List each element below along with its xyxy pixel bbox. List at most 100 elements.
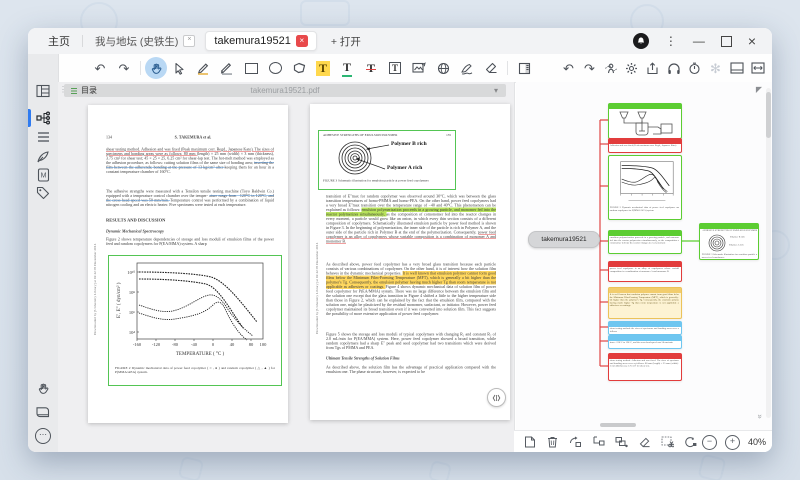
maximize-button[interactable] — [721, 36, 732, 47]
rectangle-tool-button[interactable] — [239, 57, 263, 79]
zoom-out-button[interactable]: − — [702, 435, 717, 450]
presentation-mode-button[interactable] — [600, 57, 621, 79]
panel-divider[interactable] — [514, 82, 515, 452]
fit-width-button[interactable] — [747, 57, 768, 79]
eraser-tool-button[interactable] — [479, 57, 503, 79]
figure-3-selection[interactable]: ADHESIVE STRENGTHS OF EMULSION POLYMER 1… — [318, 130, 456, 190]
flower-icon: ✻ — [710, 62, 721, 75]
mindmap-node-blue[interactable]: from −120°C to 120°C, and the cross head… — [608, 335, 682, 349]
split-layout-button[interactable] — [726, 57, 747, 79]
undo-button[interactable]: ↶ — [88, 57, 112, 79]
svg-text:10⁶: 10⁶ — [129, 310, 136, 315]
mindmap-horizontal-scrollbar[interactable] — [520, 423, 764, 427]
undo-icon: ↶ — [563, 62, 574, 75]
signature-tool-button[interactable] — [455, 57, 479, 79]
redo-icon: ↷ — [119, 62, 130, 75]
mindmap-node-green-text[interactable]: emulsion polymerization proceeds in a gr… — [608, 230, 682, 254]
mindmap-node-diagram[interactable] — [608, 103, 682, 139]
quill-icon — [36, 150, 50, 164]
export-share-button[interactable] — [642, 57, 663, 79]
sidebar-item-markdown[interactable]: M — [35, 167, 51, 183]
tab-home[interactable]: 主页 — [48, 33, 70, 49]
pen-tool-button[interactable] — [215, 57, 239, 79]
node-text: It is well known that emulsion polymer c… — [609, 293, 679, 308]
collapse-panel-button[interactable] — [487, 388, 506, 407]
figure-3-caption: FIGURE 3 Schematic illustration for emul… — [323, 179, 451, 183]
erase-style-button[interactable] — [633, 433, 656, 451]
new-node-button[interactable] — [518, 433, 541, 451]
svg-text:E′, E″ ( dyn/cm² ): E′, E″ ( dyn/cm² ) — [116, 282, 122, 318]
sidebar-item-notes[interactable] — [35, 149, 51, 165]
cut-region-button[interactable] — [656, 433, 679, 451]
node-text: from −120°C to 120°C, and the cross head… — [609, 341, 679, 345]
text-underline-tool-button[interactable]: T — [335, 57, 359, 79]
pdf-page-135[interactable]: Downloaded by [University Library] at 02… — [310, 104, 510, 420]
highlighter-tool-button[interactable] — [191, 57, 215, 79]
sidebar-item-annotations-list[interactable] — [35, 129, 51, 145]
svg-text:10¹⁰: 10¹⁰ — [127, 270, 135, 275]
scrollbar-thumb[interactable] — [600, 423, 636, 427]
mindmap-root-node[interactable]: takemura19521 — [528, 231, 600, 248]
delete-node-button[interactable] — [541, 433, 564, 451]
insert-image-button[interactable] — [407, 57, 431, 79]
document-header-bar[interactable]: 目录 takemura19521.pdf ▾ — [64, 84, 506, 97]
grid-view-button[interactable] — [768, 57, 772, 79]
mindmap-fold-icon[interactable]: » — [755, 414, 764, 418]
mindmap-node-red[interactable]: shear testing method. Adhesion and was f… — [608, 353, 682, 381]
zoom-in-button[interactable]: + — [725, 435, 740, 450]
close-window-button[interactable]: × — [748, 34, 756, 48]
rectangle-icon — [245, 63, 258, 74]
settings-button[interactable] — [621, 57, 642, 79]
mindmap-node-red[interactable]: power feed copolymer is an alloy of copo… — [608, 261, 682, 282]
notification-button[interactable] — [633, 33, 649, 49]
sidebar-item-reading-mode[interactable] — [35, 404, 51, 420]
download-side-note: Downloaded by [University Library] at 02… — [93, 244, 97, 335]
menu-kebab-button[interactable]: ⋮ — [665, 34, 677, 48]
mindmap-vertical-scrollbar[interactable] — [766, 88, 771, 418]
hand-tool-button[interactable] — [145, 57, 167, 79]
mindmap-node-blue[interactable]: shear testing method: the sizes of speci… — [608, 321, 682, 335]
merge-nodes-button[interactable] — [610, 433, 633, 451]
toolbar-separator — [140, 61, 141, 75]
audio-read-button[interactable] — [663, 57, 684, 79]
select-tool-button[interactable] — [167, 57, 191, 79]
annotation-panel-button[interactable] — [512, 57, 536, 79]
node-header — [609, 104, 681, 109]
mindmap-undo-button[interactable]: ↶ — [558, 57, 579, 79]
mindmap-node-yellow[interactable]: It is well known that emulsion polymer c… — [608, 287, 682, 319]
polygon-tool-button[interactable] — [287, 57, 311, 79]
figure-2-selection[interactable]: 10¹⁰ 10⁸ 10⁶ 10⁴ -160 -120 -80 -40 0 40 — [108, 255, 282, 386]
tab-document-1[interactable]: 我与地坛 (史铁生) × — [95, 34, 195, 49]
web-link-button[interactable] — [431, 57, 455, 79]
sidebar-item-hand-mode[interactable] — [35, 380, 51, 396]
mindmap-node-red[interactable]: Adhesion and was fixed (Peak maximum cor… — [608, 138, 682, 153]
mindmap-redo-button[interactable]: ↷ — [579, 57, 600, 79]
figure-2-chart: 10¹⁰ 10⁸ 10⁶ 10⁴ -160 -120 -80 -40 0 40 — [111, 258, 279, 362]
close-active-tab-icon[interactable]: × — [296, 35, 308, 47]
pdf-page-134[interactable]: Downloaded by [University Library] at 02… — [88, 105, 288, 423]
close-tab-icon[interactable]: × — [183, 35, 195, 47]
node-text: power feed copolymer is an alloy of copo… — [609, 267, 679, 273]
redo-button[interactable]: ↷ — [112, 57, 136, 79]
ellipse-tool-button[interactable] — [263, 57, 287, 79]
insert-parent-node-button[interactable] — [564, 433, 587, 451]
insert-child-node-button[interactable] — [587, 433, 610, 451]
sidebar-item-mindmap[interactable] — [35, 110, 51, 126]
eraser-icon — [639, 437, 651, 448]
open-file-button[interactable]: + 打开 — [331, 34, 361, 49]
text-box-tool-button[interactable]: T — [383, 57, 407, 79]
node-text: emulsion polymerization proceeds in a gr… — [609, 236, 679, 245]
mindmap-node-onion-figure[interactable]: ADHESIVE STRENGTHS OF EMULSION POLYMER P… — [699, 223, 759, 260]
text-highlight-tool-button[interactable]: T — [311, 57, 335, 79]
sidebar-item-thumbnails[interactable] — [35, 83, 51, 99]
sidebar-item-more[interactable]: ⋯ — [35, 428, 51, 444]
tab-document-2-active[interactable]: takemura19521 × — [205, 31, 316, 51]
mindmap-locate-icon[interactable]: ◤ — [756, 85, 762, 94]
scrollbar-thumb[interactable] — [766, 92, 771, 138]
relayout-button[interactable] — [679, 433, 702, 451]
timer-button[interactable] — [684, 57, 705, 79]
sidebar-item-tags[interactable] — [35, 185, 51, 201]
minimize-button[interactable]: — — [693, 35, 705, 47]
mindmap-node-chart[interactable]: FIGURE 2 Dynamic mechanical data of powe… — [608, 155, 682, 220]
text-strikethrough-tool-button[interactable]: T — [359, 57, 383, 79]
